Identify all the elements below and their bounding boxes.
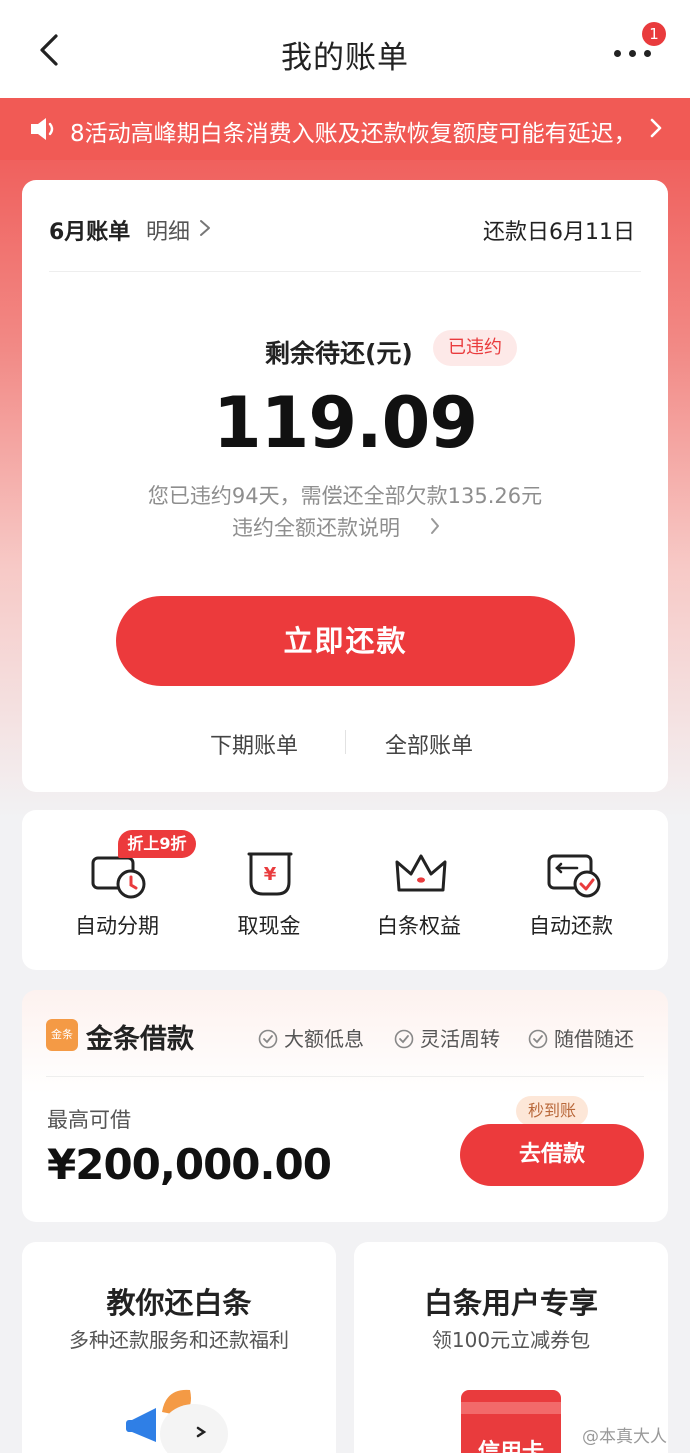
service-label: 取现金 xyxy=(237,914,301,938)
remaining-amount: 119.09 xyxy=(212,382,478,464)
card-stripe xyxy=(461,1402,561,1414)
credit-card-label: 信用卡 xyxy=(477,1440,544,1453)
bill-card: 6月账单 明细 还款日6月11日 剩余待还(元) 已违约 119.09 您已违约… xyxy=(22,180,668,792)
divider xyxy=(46,1076,644,1077)
promo-subtitle: 领100元立减券包 xyxy=(431,1328,591,1352)
jintiao-logo: 金条 xyxy=(46,1019,78,1051)
notification-badge: 1 xyxy=(642,22,666,46)
promo-title: 教你还白条 xyxy=(106,1286,252,1320)
service-label: 自动还款 xyxy=(529,914,613,938)
notice-banner[interactable]: 8活动高峰期白条消费入账及还款恢复额度可能有延迟， xyxy=(0,98,690,160)
loan-card[interactable]: 金条 金条借款 大额低息 灵活周转 随借随还 最高可借 ¥200,000.00 … xyxy=(22,990,668,1222)
notice-text: 8活动高峰期白条消费入账及还款恢复额度可能有延迟， xyxy=(70,121,637,147)
feature-text: 灵活周转 xyxy=(420,1027,500,1051)
overdue-explain-link[interactable]: 违约全额还款说明 xyxy=(232,512,400,542)
check-circle-icon xyxy=(528,1029,548,1049)
top-bar: 我的账单 1 xyxy=(0,0,690,98)
bill-month-label: 6月账单 xyxy=(49,220,131,245)
divider xyxy=(345,730,346,754)
chevron-right-icon[interactable] xyxy=(429,516,441,536)
more-dot xyxy=(644,50,651,57)
max-borrow-label: 最高可借 xyxy=(47,1108,131,1132)
overdue-status-badge: 已违约 xyxy=(433,330,517,366)
bill-detail-link[interactable]: 明细 xyxy=(146,214,190,246)
service-cash-withdraw[interactable]: ¥ 取现金 xyxy=(194,838,344,958)
chevron-right-icon[interactable] xyxy=(198,218,212,238)
service-label: 自动分期 xyxy=(75,914,159,938)
svg-text:¥: ¥ xyxy=(264,864,277,885)
loan-feature: 大额低息 xyxy=(258,1023,364,1052)
loan-feature: 灵活周转 xyxy=(394,1023,500,1052)
next-bill-link[interactable]: 下期账单 xyxy=(210,728,298,760)
overdue-notice: 您已违约94天，需偿还全部欠款135.26元 xyxy=(147,484,543,508)
loan-feature: 随借随还 xyxy=(528,1023,634,1052)
page-title: 我的账单 xyxy=(281,40,409,76)
feature-text: 随借随还 xyxy=(554,1027,634,1051)
repay-now-button[interactable]: 立即还款 xyxy=(116,596,575,686)
promo-title: 白条用户专享 xyxy=(423,1286,598,1320)
cash-withdraw-icon: ¥ xyxy=(247,852,293,896)
promo-card-repay-guide[interactable]: 教你还白条 多种还款服务和还款福利 xyxy=(22,1242,336,1453)
megaphone-mascot-icon xyxy=(126,1389,228,1453)
check-circle-icon xyxy=(394,1029,414,1049)
more-dots-icon xyxy=(614,50,621,57)
service-rights[interactable]: 白条权益 xyxy=(344,838,494,958)
remaining-label: 剩余待还(元) xyxy=(265,339,413,368)
service-auto-repay[interactable]: 自动还款 xyxy=(496,838,646,958)
feature-text: 大额低息 xyxy=(284,1027,364,1051)
discount-tag: 折上9折 xyxy=(118,830,196,858)
watermark: @本真大人 xyxy=(582,1427,667,1447)
service-label: 白条权益 xyxy=(377,914,461,938)
more-dot xyxy=(629,50,636,57)
credit-card-image: 信用卡 xyxy=(461,1390,561,1453)
speaker-icon xyxy=(31,118,54,140)
borrow-button[interactable]: 去借款 xyxy=(460,1124,644,1186)
due-date: 还款日6月11日 xyxy=(483,220,635,245)
check-circle-icon xyxy=(258,1029,278,1049)
divider xyxy=(49,271,641,272)
chevron-right-icon xyxy=(650,118,662,138)
max-borrow-amount: ¥200,000.00 xyxy=(47,1140,332,1189)
loan-title: 金条借款 xyxy=(86,1024,194,1055)
fast-arrival-tag: 秒到账 xyxy=(516,1096,588,1126)
auto-repay-card-icon xyxy=(547,854,601,898)
all-bills-link[interactable]: 全部账单 xyxy=(385,728,473,760)
services-card: 自动分期 折上9折 ¥ 取现金 白条权益 自动还款 xyxy=(22,810,668,970)
crown-icon xyxy=(395,854,447,892)
promo-subtitle: 多种还款服务和还款福利 xyxy=(69,1328,289,1352)
